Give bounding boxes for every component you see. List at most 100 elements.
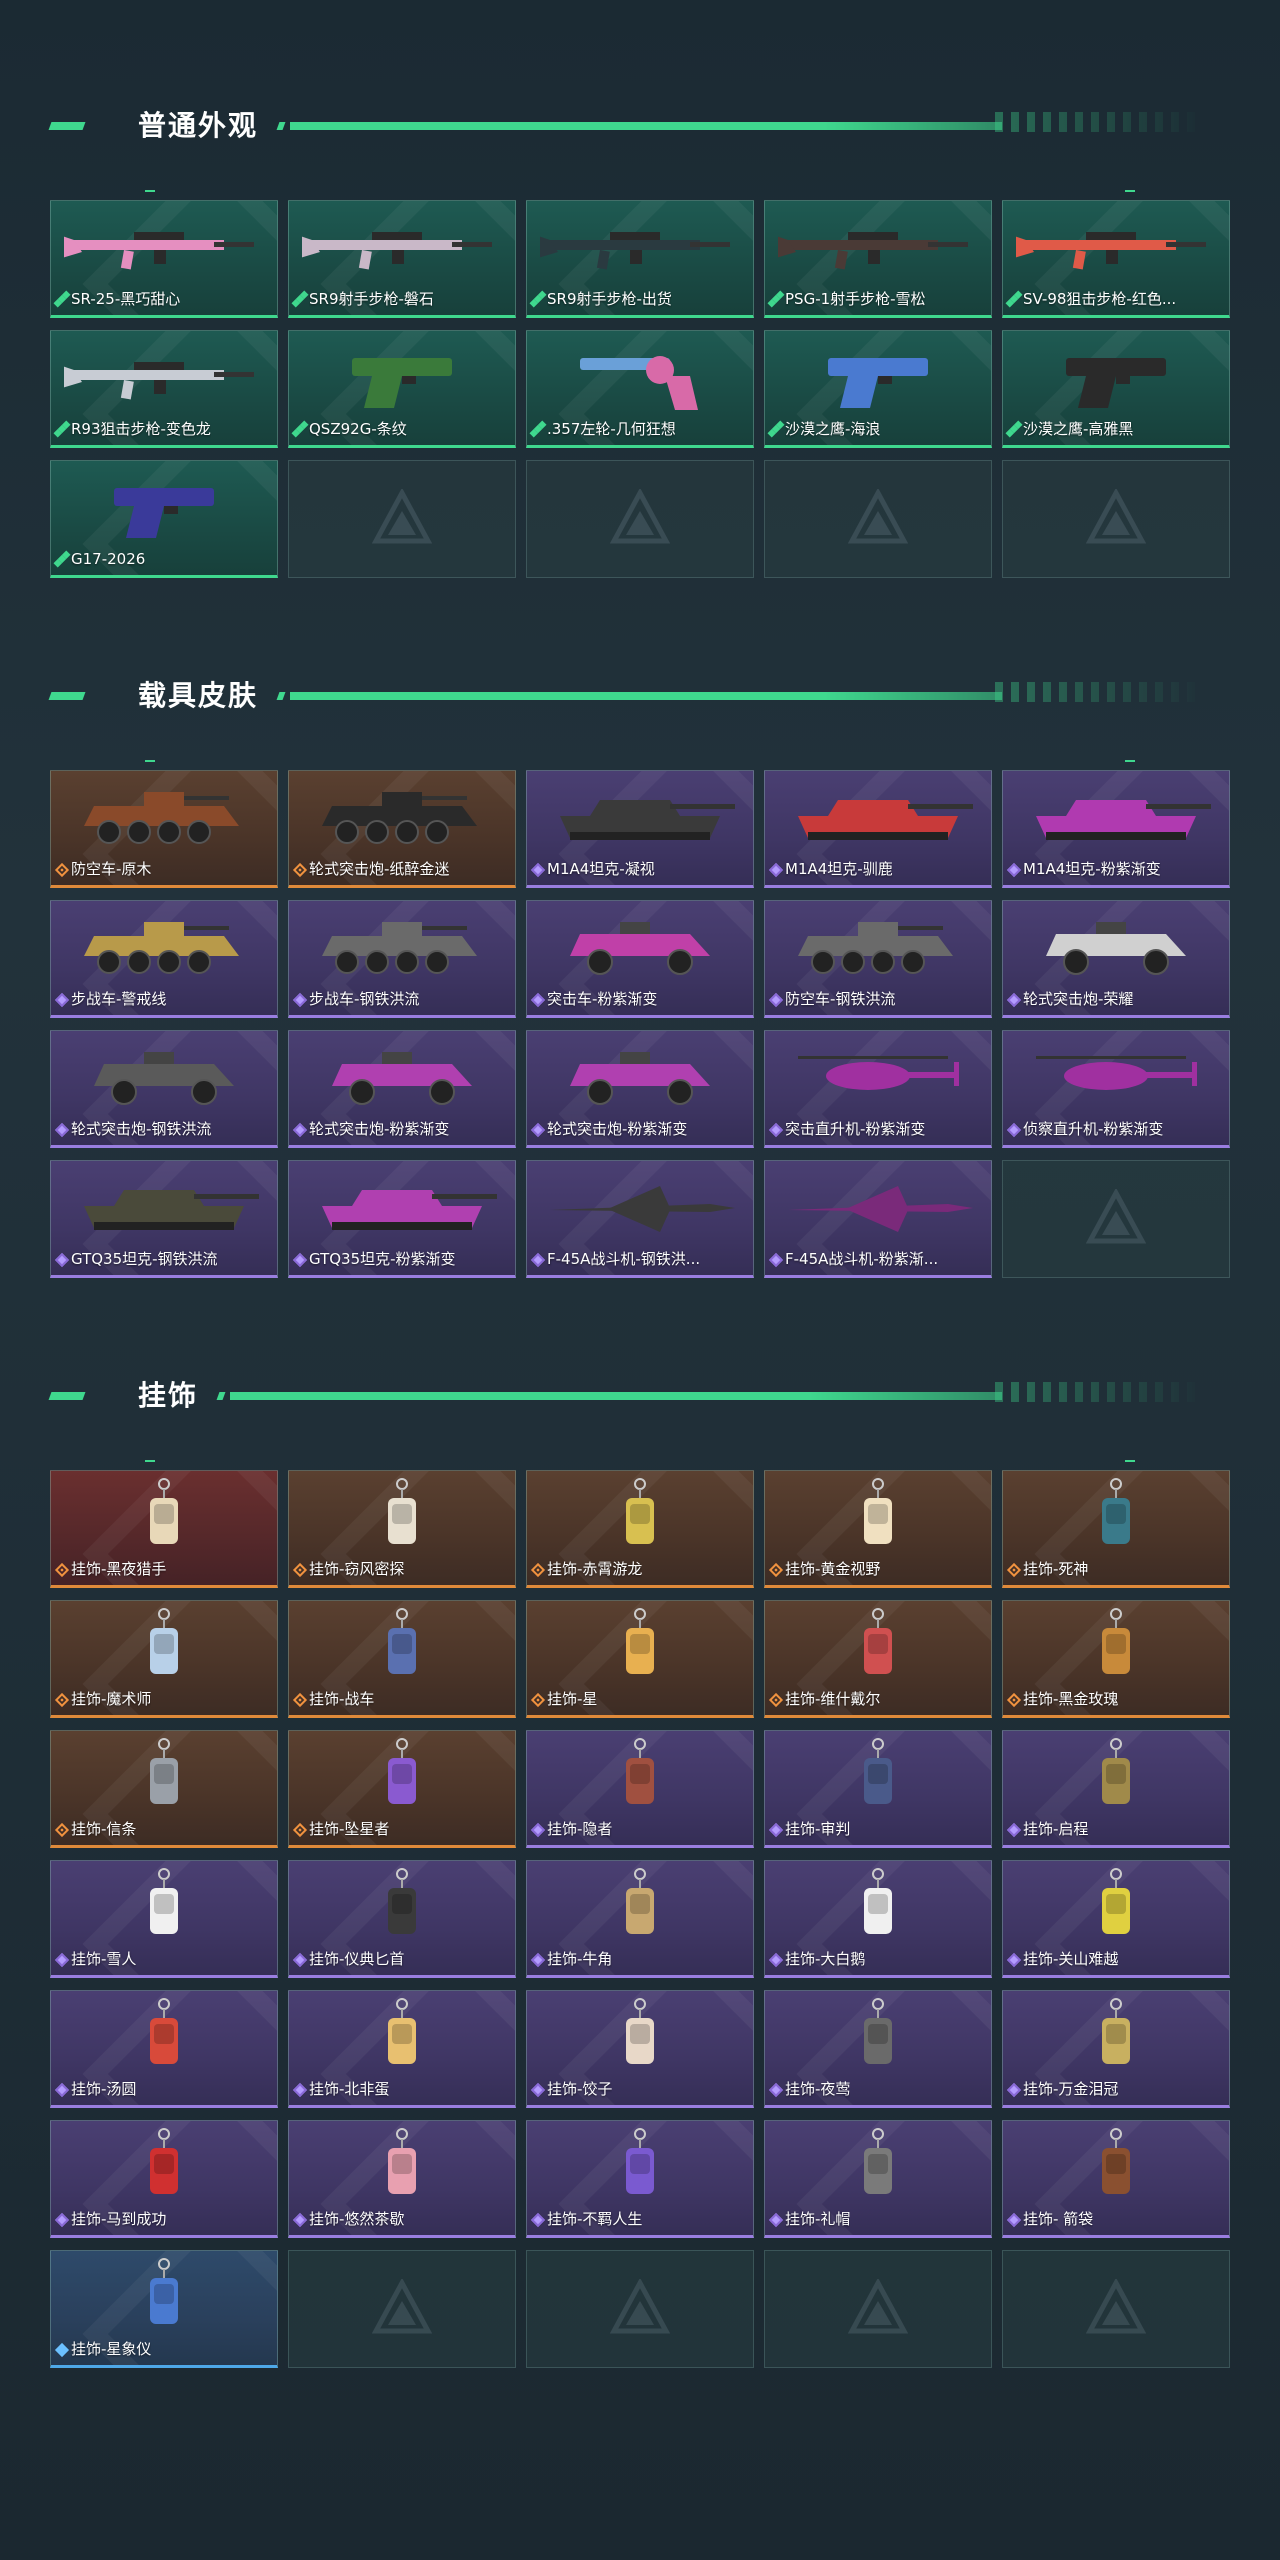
vehicles-item-card[interactable]: 轮式突击炮-纸醉金迷 xyxy=(288,770,516,888)
pendants-item-card[interactable]: 挂饰-启程 xyxy=(1002,1730,1230,1848)
pendants-item-card[interactable]: 挂饰-黑金玫瑰 xyxy=(1002,1600,1230,1718)
pendants-item-card[interactable]: 挂饰-不羁人生 xyxy=(526,2120,754,2238)
vehicles-item-card[interactable]: F-45A战斗机-钢铁洪... xyxy=(526,1160,754,1278)
vehicles-item-card[interactable]: 轮式突击炮-钢铁洪流 xyxy=(50,1030,278,1148)
weapons-item-card[interactable]: SV-98狙击步枪-红色... xyxy=(1002,200,1230,318)
pendants-item-card[interactable]: 挂饰-礼帽 xyxy=(764,2120,992,2238)
vehicles-item-card[interactable]: GTQ35坦克-钢铁洪流 xyxy=(50,1160,278,1278)
pendants-item-card[interactable]: 挂饰-审判 xyxy=(764,1730,992,1848)
pendants-item-card[interactable]: 挂饰-星 xyxy=(526,1600,754,1718)
weapons-item-card[interactable]: PSG-1射手步枪-雪松 xyxy=(764,200,992,318)
diamond-icon xyxy=(54,1122,70,1138)
vehicles-item-card[interactable]: F-45A战斗机-粉紫渐... xyxy=(764,1160,992,1278)
vehicles-item-card[interactable]: 侦察直升机-粉紫渐变 xyxy=(1002,1030,1230,1148)
weapons-item-card[interactable]: 沙漠之鹰-海浪 xyxy=(764,330,992,448)
vehicles-item-card[interactable]: M1A4坦克-粉紫渐变 xyxy=(1002,770,1230,888)
pendants-item-card[interactable]: 挂饰-坠星者 xyxy=(288,1730,516,1848)
tank-icon xyxy=(84,1190,259,1230)
pendants-item-card[interactable]: 挂饰-马到成功 xyxy=(50,2120,278,2238)
item-image xyxy=(527,1161,753,1251)
pendant-icon xyxy=(1102,1608,1130,1674)
item-image xyxy=(51,1731,277,1821)
pendants-item-card[interactable]: 挂饰-隐者 xyxy=(526,1730,754,1848)
vehicles-item-card[interactable]: GTQ35坦克-粉紫渐变 xyxy=(288,1160,516,1278)
item-image xyxy=(289,2121,515,2211)
weapons-item-card[interactable]: QSZ92G-条纹 xyxy=(288,330,516,448)
logo-watermark-icon xyxy=(610,489,670,544)
vehicles-item-card[interactable]: M1A4坦克-驯鹿 xyxy=(764,770,992,888)
vehicles-item-card[interactable]: 防空车-原木 xyxy=(50,770,278,888)
rifle-icon xyxy=(540,232,730,270)
pendant-icon xyxy=(626,1478,654,1544)
section-title: 载具皮肤 xyxy=(138,679,259,712)
vehicles-item-card[interactable]: M1A4坦克-凝视 xyxy=(526,770,754,888)
pendants-item-card[interactable]: 挂饰-黑夜猎手 xyxy=(50,1470,278,1588)
vehicles-item-card[interactable]: 轮式突击炮-粉紫渐变 xyxy=(288,1030,516,1148)
pendant-icon xyxy=(150,1738,178,1804)
pendants-item-card[interactable]: 挂饰-窃风密探 xyxy=(288,1470,516,1588)
vehicles-item-card[interactable]: 突击直升机-粉紫渐变 xyxy=(764,1030,992,1148)
header-checker-decoration xyxy=(995,1382,1205,1402)
pendants-item-card[interactable]: 挂饰-夜莺 xyxy=(764,1990,992,2108)
pendants-item-card[interactable]: 挂饰-北非蛋 xyxy=(288,1990,516,2108)
vehicles-item-card[interactable]: 步战车-警戒线 xyxy=(50,900,278,1018)
pendants-item-card[interactable]: 挂饰-黄金视野 xyxy=(764,1470,992,1588)
diamond-icon xyxy=(771,294,781,304)
item-name: 挂饰-黑夜猎手 xyxy=(71,1560,167,1578)
logo-watermark-icon xyxy=(1086,489,1146,544)
diamond-icon xyxy=(768,1252,784,1268)
pendants-item-card[interactable]: 挂饰-星象仪 xyxy=(50,2250,278,2368)
pendants-item-card[interactable]: 挂饰-牛角 xyxy=(526,1860,754,1978)
pendants-item-card[interactable]: 挂饰-赤霄游龙 xyxy=(526,1470,754,1588)
pendant-icon xyxy=(626,1608,654,1674)
pendants-item-card[interactable]: 挂饰- 箭袋 xyxy=(1002,2120,1230,2238)
vehicles-item-card[interactable]: 轮式突击炮-荣耀 xyxy=(1002,900,1230,1018)
weapons-item-card[interactable]: SR9射手步枪-出货 xyxy=(526,200,754,318)
diamond-icon xyxy=(530,1562,546,1578)
item-image xyxy=(765,1731,991,1821)
item-name: F-45A战斗机-粉紫渐... xyxy=(785,1250,939,1268)
pendants-item-card[interactable]: 挂饰-雪人 xyxy=(50,1860,278,1978)
weapons-item-card[interactable]: G17-2026 xyxy=(50,460,278,578)
item-image xyxy=(289,1471,515,1561)
pendant-icon xyxy=(1102,1868,1130,1934)
item-image xyxy=(51,771,277,861)
item-image xyxy=(51,1991,277,2081)
diamond-icon xyxy=(1006,1952,1022,1968)
pendants-item-card[interactable]: 挂饰-信条 xyxy=(50,1730,278,1848)
pendants-item-card[interactable]: 挂饰-仪典匕首 xyxy=(288,1860,516,1978)
pendants-item-card[interactable]: 挂饰-关山难越 xyxy=(1002,1860,1230,1978)
pendants-item-card[interactable]: 挂饰-大白鹅 xyxy=(764,1860,992,1978)
diamond-icon xyxy=(292,1562,308,1578)
weapons-item-card[interactable]: SR9射手步枪-磐石 xyxy=(288,200,516,318)
diamond-icon xyxy=(54,2212,70,2228)
weapons-item-card[interactable]: R93狙击步枪-变色龙 xyxy=(50,330,278,448)
pendants-item-card[interactable]: 挂饰-战车 xyxy=(288,1600,516,1718)
weapons-item-card[interactable]: 沙漠之鹰-高雅黑 xyxy=(1002,330,1230,448)
pendant-icon xyxy=(1102,1998,1130,2064)
pendants-item-card[interactable]: 挂饰-死神 xyxy=(1002,1470,1230,1588)
rifle-icon xyxy=(64,362,254,400)
pendants-item-card[interactable]: 挂饰-维什戴尔 xyxy=(764,1600,992,1718)
diamond-icon xyxy=(530,1692,546,1708)
section-tick xyxy=(145,190,155,192)
pendants-item-card[interactable]: 挂饰-饺子 xyxy=(526,1990,754,2108)
heli-icon xyxy=(798,1056,959,1090)
vehicles-item-card[interactable]: 步战车-钢铁洪流 xyxy=(288,900,516,1018)
vehicles-item-card[interactable]: 轮式突击炮-粉紫渐变 xyxy=(526,1030,754,1148)
item-image xyxy=(1003,1471,1229,1561)
weapons-item-card[interactable]: SR-25-黑巧甜心 xyxy=(50,200,278,318)
pendants-item-card[interactable]: 挂饰-万金泪冠 xyxy=(1002,1990,1230,2108)
header-accent-icon xyxy=(48,122,86,130)
item-image xyxy=(1003,201,1229,291)
item-name: 挂饰-黑金玫瑰 xyxy=(1023,1690,1119,1708)
diamond-icon xyxy=(54,862,70,878)
weapons-item-card[interactable]: .357左轮-几何狂想 xyxy=(526,330,754,448)
item-image xyxy=(527,901,753,991)
pendants-item-card[interactable]: 挂饰-悠然茶歇 xyxy=(288,2120,516,2238)
pendants-item-card[interactable]: 挂饰-汤圆 xyxy=(50,1990,278,2108)
pendants-item-card[interactable]: 挂饰-魔术师 xyxy=(50,1600,278,1718)
pendant-icon xyxy=(864,1868,892,1934)
vehicles-item-card[interactable]: 突击车-粉紫渐变 xyxy=(526,900,754,1018)
vehicles-item-card[interactable]: 防空车-钢铁洪流 xyxy=(764,900,992,1018)
